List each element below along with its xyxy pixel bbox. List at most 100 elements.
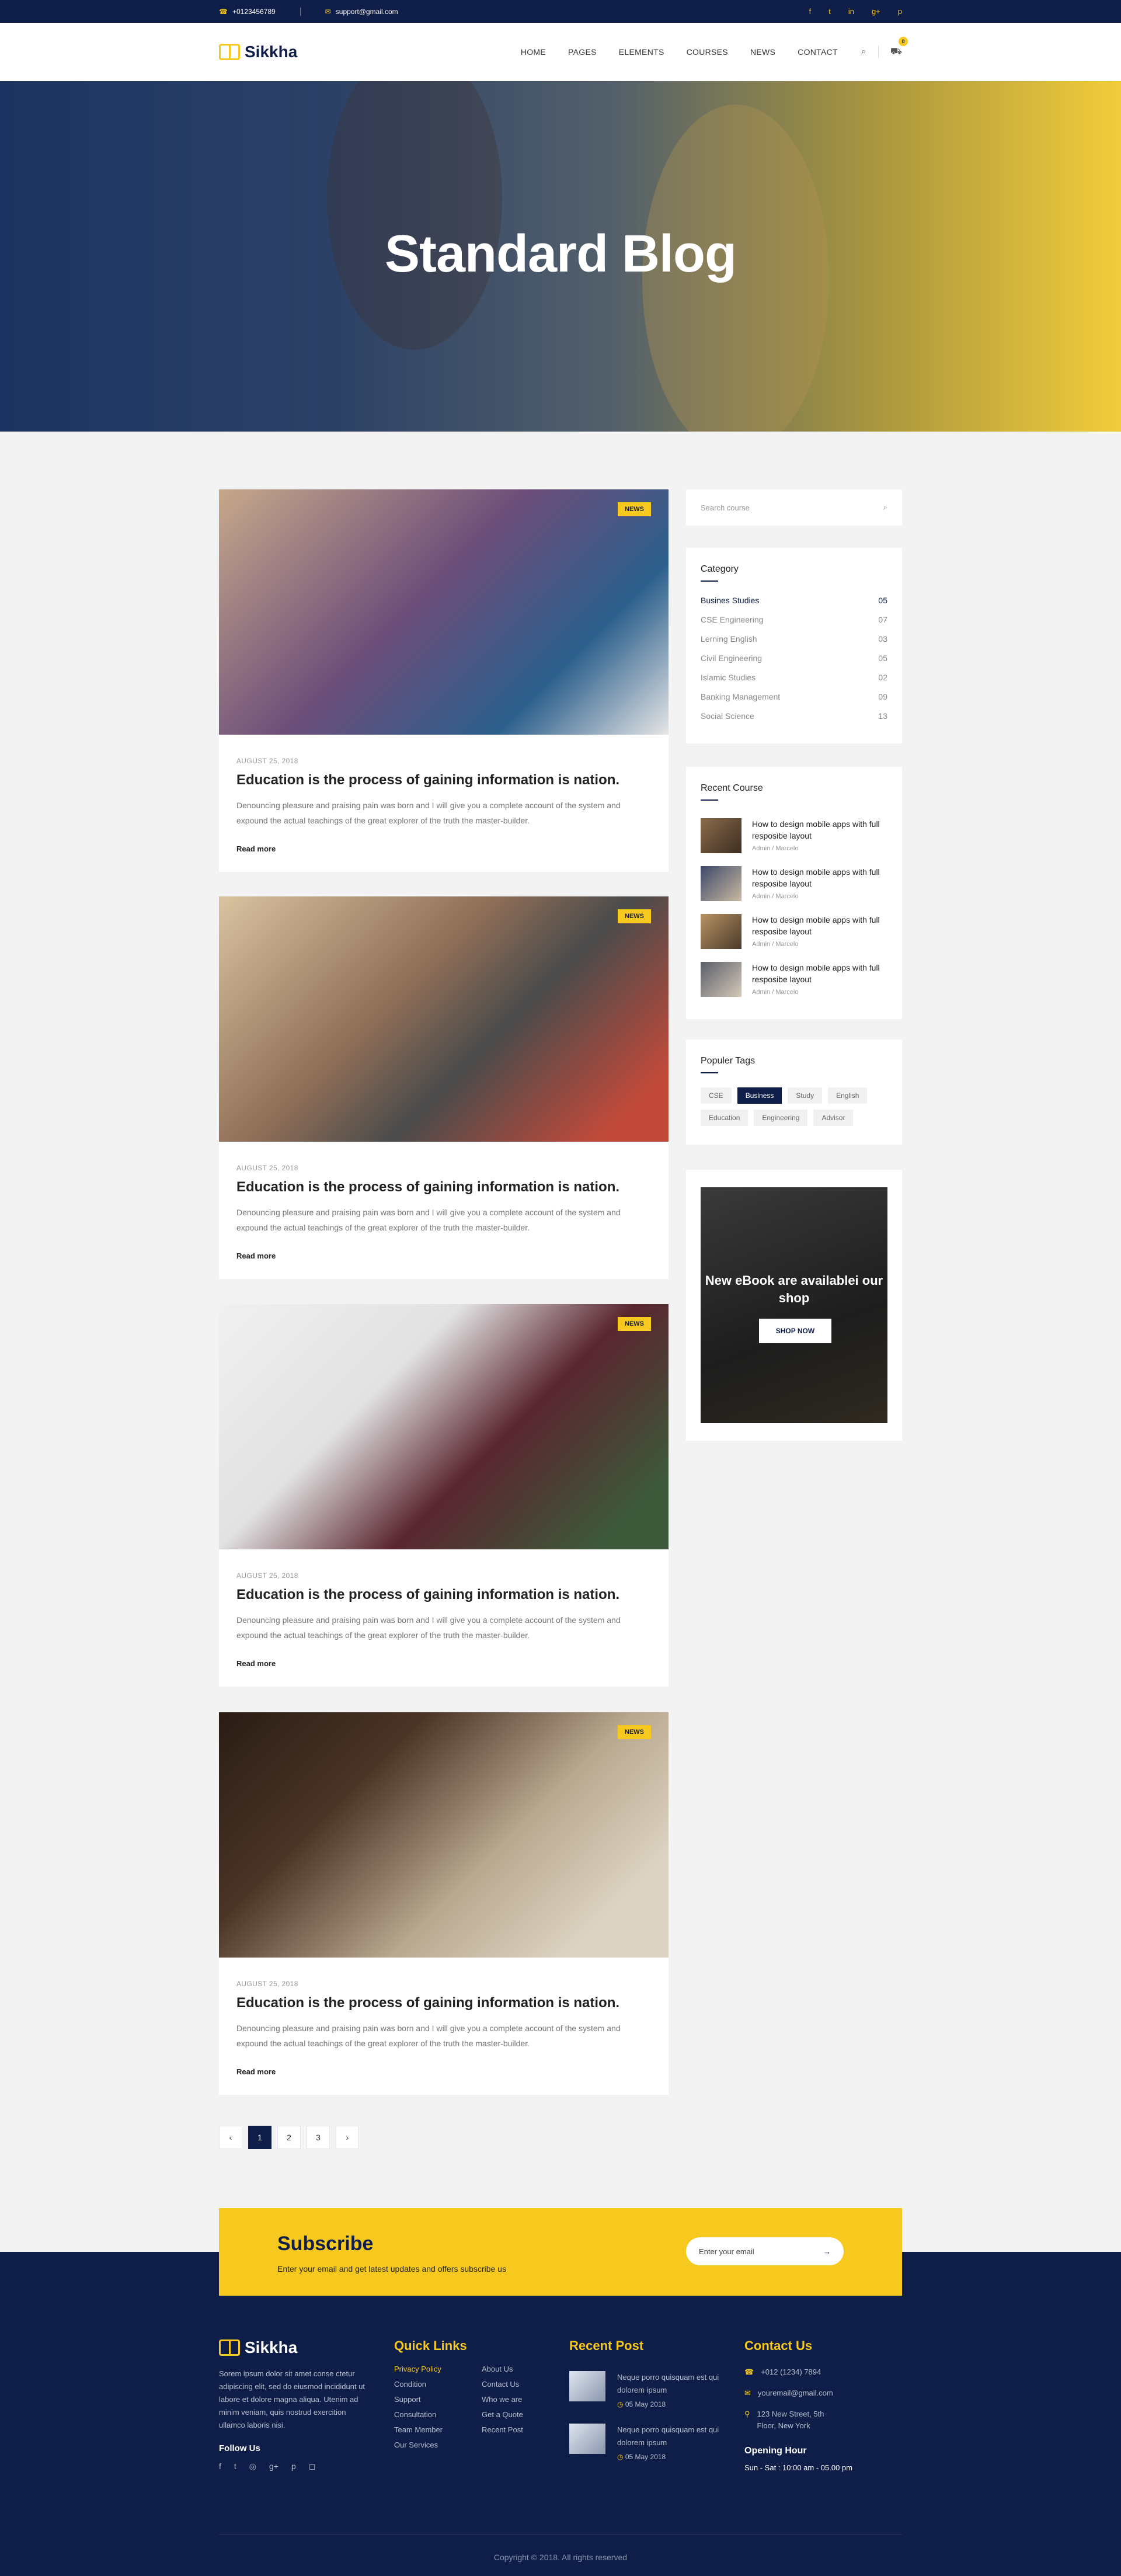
recent-course-item[interactable]: How to design mobile apps with full resp… <box>701 818 887 853</box>
post-title[interactable]: Education is the process of gaining info… <box>236 1587 651 1603</box>
logo[interactable]: Sikkha <box>219 43 297 61</box>
course-title[interactable]: How to design mobile apps with full resp… <box>752 914 887 937</box>
facebook-icon[interactable]: f <box>219 2462 221 2471</box>
nav-elements[interactable]: ELEMENTS <box>619 47 664 57</box>
page-3-button[interactable]: 3 <box>307 2126 330 2149</box>
contact-phone[interactable]: ☎ +012 (1234) 7894 <box>744 2366 902 2378</box>
course-title[interactable]: How to design mobile apps with full resp… <box>752 866 887 889</box>
post-title[interactable]: Education is the process of gaining info… <box>236 1179 651 1195</box>
google-plus-icon[interactable]: g+ <box>872 7 880 16</box>
read-more-link[interactable]: Read more <box>236 1252 276 1260</box>
post-image[interactable]: NEWS <box>219 489 669 735</box>
tag-item[interactable]: English <box>828 1087 868 1104</box>
course-title[interactable]: How to design mobile apps with full resp… <box>752 962 887 985</box>
tag-item[interactable]: Education <box>701 1110 749 1126</box>
search-input[interactable]: Search course <box>701 503 750 512</box>
read-more-link[interactable]: Read more <box>236 1659 276 1668</box>
tag-item[interactable]: Engineering <box>754 1110 808 1126</box>
category-item[interactable]: Civil Engineering 05 <box>701 653 887 663</box>
post-thumbnail[interactable] <box>569 2424 605 2454</box>
recent-course-item[interactable]: How to design mobile apps with full resp… <box>701 914 887 949</box>
page-1-button[interactable]: 1 <box>248 2126 271 2149</box>
footer-link[interactable]: Privacy Policy <box>394 2362 482 2377</box>
category-item[interactable]: Lerning English 03 <box>701 634 887 644</box>
nav-courses[interactable]: COURSES <box>687 47 728 57</box>
post-title[interactable]: Neque porro quisquam est qui dolorem ips… <box>617 2371 727 2397</box>
course-thumbnail[interactable] <box>701 914 741 949</box>
read-more-link[interactable]: Read more <box>236 2067 276 2076</box>
recent-course-item[interactable]: How to design mobile apps with full resp… <box>701 866 887 901</box>
post-badge[interactable]: NEWS <box>618 502 651 516</box>
hero-figure-left <box>327 81 502 350</box>
widget-title: Category <box>701 564 739 574</box>
subscribe-email-input[interactable]: Enter your email → <box>686 2237 844 2265</box>
course-thumbnail[interactable] <box>701 962 741 997</box>
footer-link[interactable]: Consultation <box>394 2407 482 2422</box>
prev-page-button[interactable]: ‹ <box>219 2126 242 2149</box>
search-icon[interactable]: ⌕ <box>883 503 887 512</box>
footer-link[interactable]: Team Member <box>394 2422 482 2438</box>
post-image[interactable]: NEWS <box>219 1304 669 1549</box>
search-widget[interactable]: Search course ⌕ <box>686 489 902 526</box>
post-badge[interactable]: NEWS <box>618 1725 651 1739</box>
category-item[interactable]: Busines Studies 05 <box>701 596 887 605</box>
pinterest-icon[interactable]: p <box>898 7 902 16</box>
post-badge[interactable]: NEWS <box>618 909 651 923</box>
tag-item[interactable]: Advisor <box>813 1110 854 1126</box>
tag-item-active[interactable]: Business <box>737 1087 782 1104</box>
footer-logo[interactable]: Sikkha <box>219 2338 371 2357</box>
footer-link[interactable]: Support <box>394 2392 482 2407</box>
course-thumbnail[interactable] <box>701 818 741 853</box>
header: Sikkha HOME PAGES ELEMENTS COURSES NEWS … <box>0 23 1121 81</box>
tag-item[interactable]: Study <box>788 1087 823 1104</box>
tag-item[interactable]: CSE <box>701 1087 732 1104</box>
footer-link[interactable]: Contact Us <box>482 2377 523 2392</box>
footer-link[interactable]: Recent Post <box>482 2422 523 2438</box>
pinterest-icon[interactable]: p <box>291 2462 296 2471</box>
post-title[interactable]: Education is the process of gaining info… <box>236 1995 651 2011</box>
post-badge[interactable]: NEWS <box>618 1317 651 1331</box>
post-thumbnail[interactable] <box>569 2371 605 2401</box>
course-thumbnail[interactable] <box>701 866 741 901</box>
facebook-icon[interactable]: f <box>809 7 812 16</box>
nav-pages[interactable]: PAGES <box>568 47 597 57</box>
footer-link[interactable]: Our Services <box>394 2438 482 2453</box>
footer-link[interactable]: Get a Quote <box>482 2407 523 2422</box>
recent-course-item[interactable]: How to design mobile apps with full resp… <box>701 962 887 997</box>
footer-link[interactable]: About Us <box>482 2362 523 2377</box>
contact-email[interactable]: ✉ youremail@gmail.com <box>744 2387 902 2399</box>
post-title[interactable]: Education is the process of gaining info… <box>236 772 651 788</box>
page-2-button[interactable]: 2 <box>277 2126 301 2149</box>
twitter-icon[interactable]: t <box>234 2462 236 2471</box>
shop-now-button[interactable]: SHOP NOW <box>759 1319 831 1343</box>
course-title[interactable]: How to design mobile apps with full resp… <box>752 818 887 842</box>
footer-recent-post[interactable]: Neque porro quisquam est qui dolorem ips… <box>569 2371 727 2408</box>
nav-contact[interactable]: CONTACT <box>798 47 838 57</box>
category-item[interactable]: CSE Engineering 07 <box>701 615 887 624</box>
category-item[interactable]: Social Science 13 <box>701 711 887 721</box>
instagram-icon[interactable]: ◎ <box>249 2462 256 2471</box>
footer-link[interactable]: Condition <box>394 2377 482 2392</box>
nav-home[interactable]: HOME <box>521 47 546 57</box>
topbar-phone[interactable]: ☎ +0123456789 <box>219 8 276 16</box>
post-title[interactable]: Neque porro quisquam est qui dolorem ips… <box>617 2424 727 2449</box>
nav-news[interactable]: NEWS <box>750 47 775 57</box>
post-image[interactable]: NEWS <box>219 1712 669 1958</box>
topbar-email[interactable]: ✉ support@gmail.com <box>325 8 398 16</box>
share-icon[interactable]: ◻ <box>309 2462 316 2471</box>
email-text: support@gmail.com <box>335 7 398 16</box>
next-page-button[interactable]: › <box>336 2126 359 2149</box>
post-image[interactable]: NEWS <box>219 896 669 1142</box>
google-plus-icon[interactable]: g+ <box>269 2462 278 2471</box>
read-more-link[interactable]: Read more <box>236 844 276 853</box>
category-item[interactable]: Banking Management 09 <box>701 692 887 701</box>
footer-recent-post[interactable]: Neque porro quisquam est qui dolorem ips… <box>569 2424 727 2461</box>
footer-social: f t ◎ g+ p ◻ <box>219 2462 371 2471</box>
search-icon[interactable]: ⌕ <box>861 47 866 57</box>
cart-icon[interactable]: ⛟ 0 <box>890 37 908 58</box>
linkedin-icon[interactable]: in <box>848 7 854 16</box>
twitter-icon[interactable]: t <box>828 7 831 16</box>
footer-link[interactable]: Who we are <box>482 2392 523 2407</box>
category-item[interactable]: Islamic Studies 02 <box>701 673 887 682</box>
arrow-right-icon[interactable]: → <box>823 2247 831 2256</box>
